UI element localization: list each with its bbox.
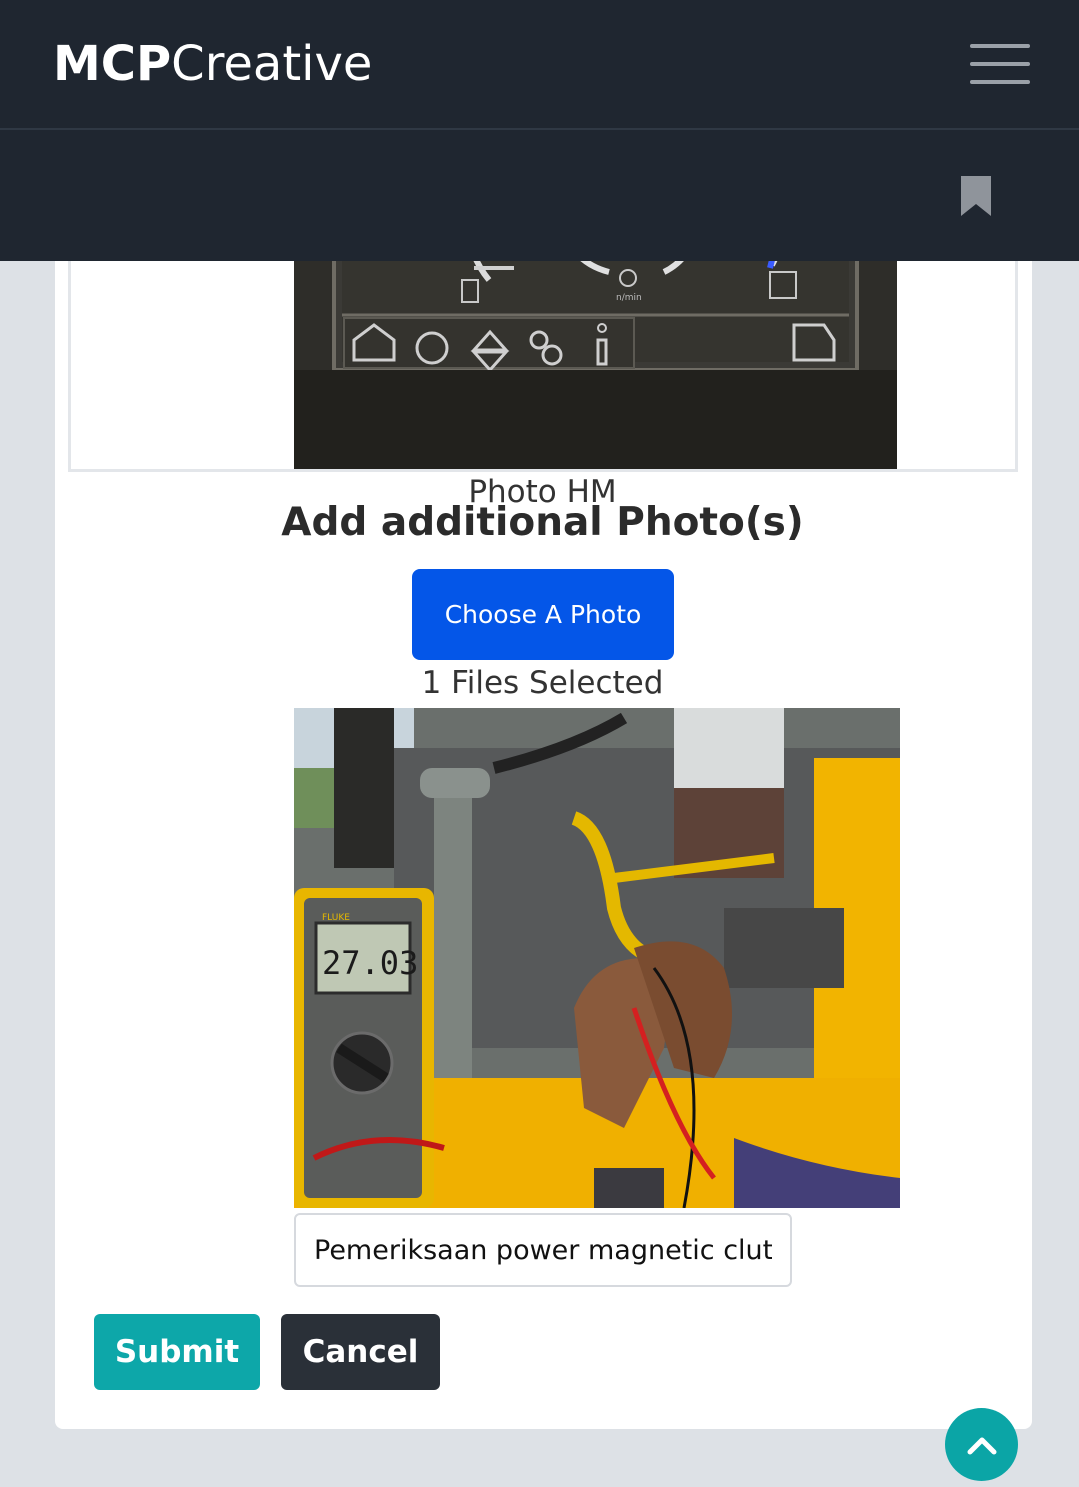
brand-light-text: Creative	[171, 36, 373, 92]
secondary-navbar	[0, 130, 1079, 261]
chevron-up-icon	[967, 1437, 996, 1454]
selected-photo-preview: 27.03 FLUKE	[294, 708, 900, 1208]
bookmark-icon[interactable]	[958, 174, 994, 218]
choose-photo-button[interactable]: Choose A Photo	[412, 569, 674, 660]
top-navbar: MCPCreative	[0, 0, 1079, 130]
svg-text:n/min: n/min	[616, 293, 642, 303]
add-photos-title: Add additional Photo(s)	[281, 500, 804, 545]
svg-text:27.03: 27.03	[322, 944, 418, 982]
cancel-button[interactable]: Cancel	[281, 1314, 440, 1390]
scroll-to-top-button[interactable]	[945, 1408, 1018, 1481]
svg-text:FLUKE: FLUKE	[322, 913, 350, 923]
submit-button[interactable]: Submit	[94, 1314, 260, 1390]
files-selected-text: 1 Files Selected	[421, 665, 664, 701]
brand-logo[interactable]: MCPCreative	[53, 36, 372, 92]
photo-description-input[interactable]	[294, 1213, 792, 1287]
hamburger-menu-icon[interactable]	[970, 44, 1030, 84]
brand-bold-text: MCP	[53, 36, 172, 92]
